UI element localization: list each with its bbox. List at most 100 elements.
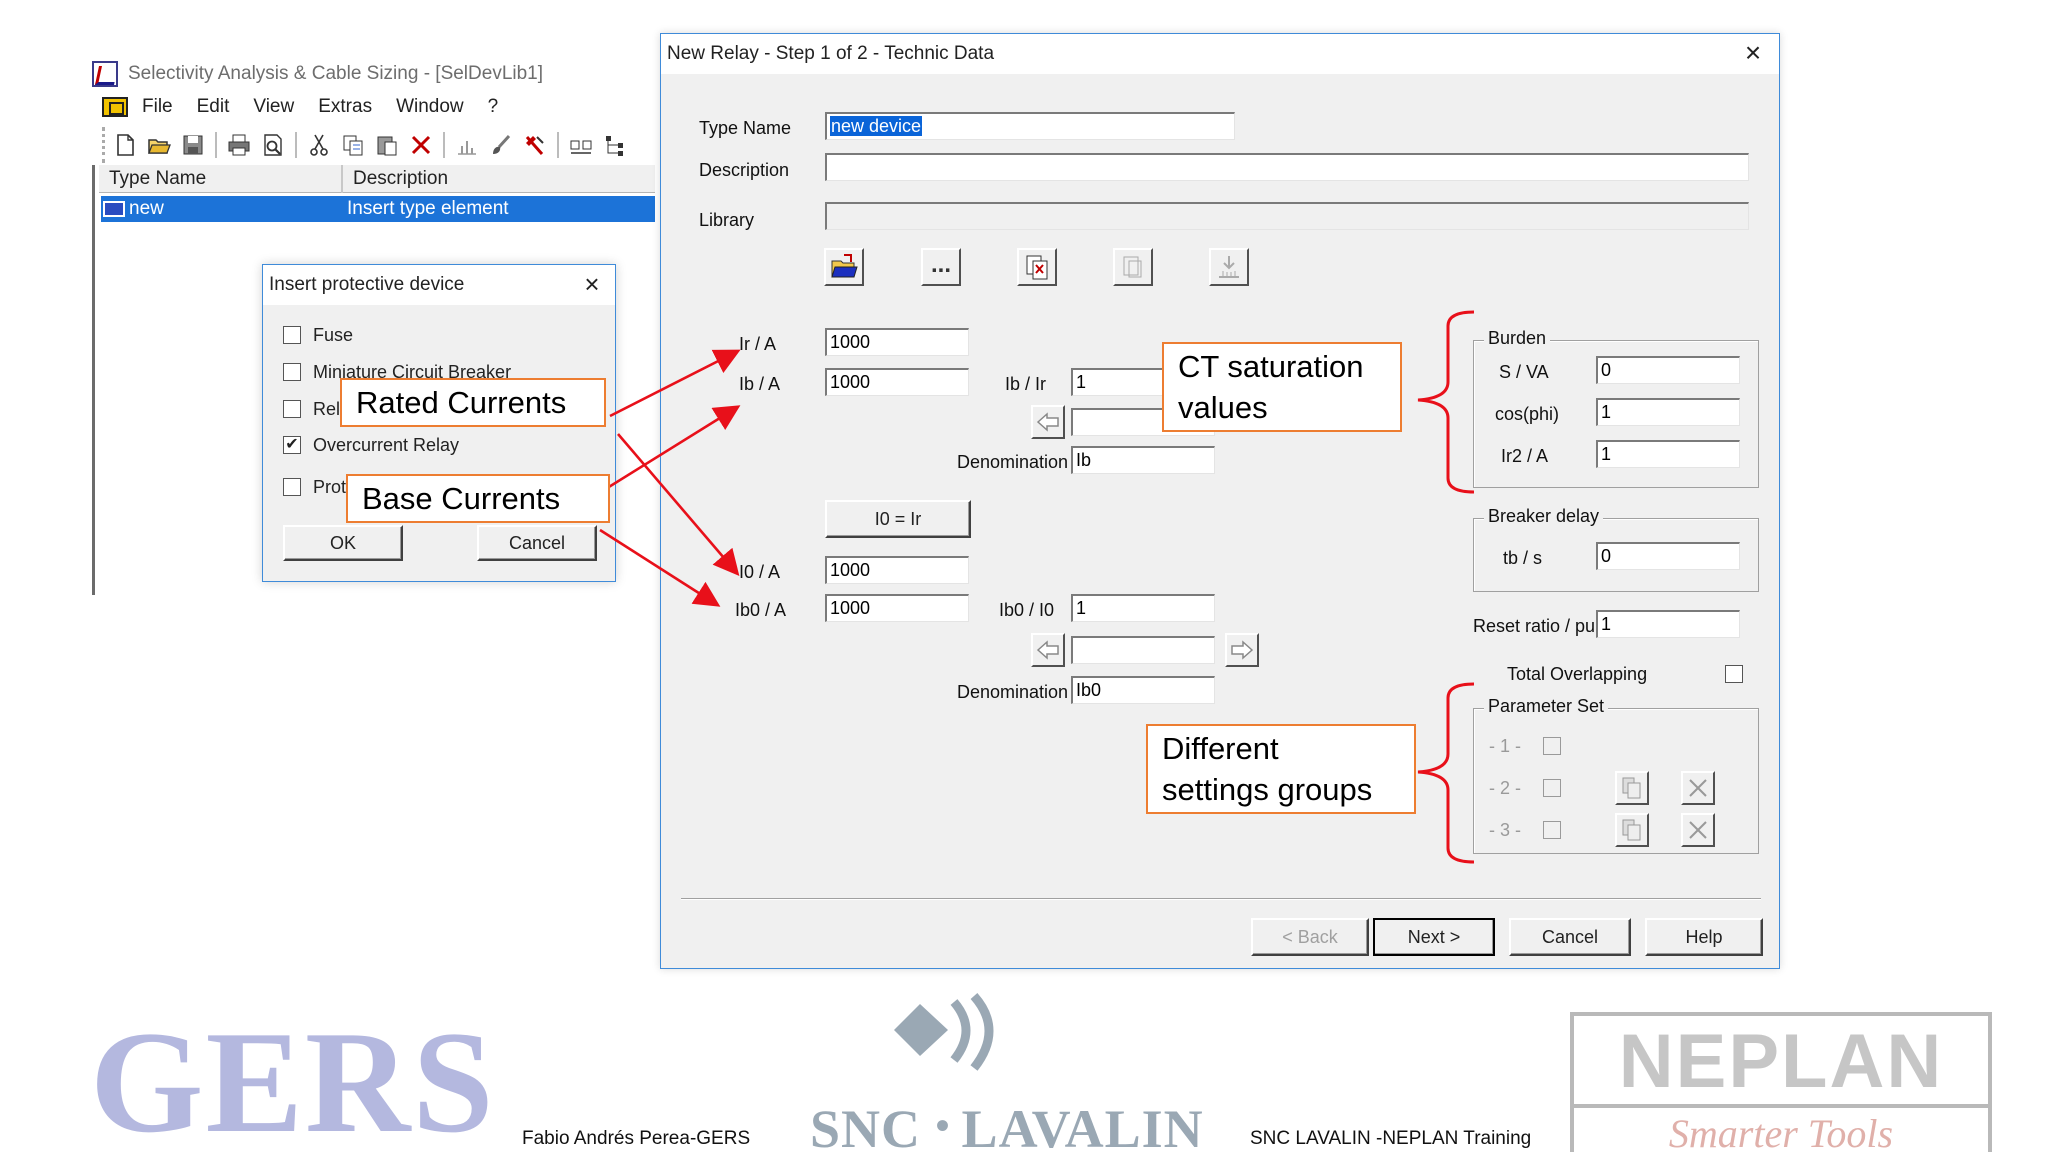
i0-equals-ir-button[interactable]: I0 = Ir bbox=[825, 500, 971, 538]
list-item[interactable]: new Insert type element bbox=[101, 196, 655, 222]
delete-icon[interactable] bbox=[409, 133, 433, 157]
type-name-selected-text: new device bbox=[830, 116, 923, 136]
arrow-left-icon[interactable] bbox=[1031, 633, 1065, 667]
tree-icon[interactable] bbox=[603, 133, 627, 157]
cancel-button[interactable]: Cancel bbox=[477, 525, 597, 561]
chart-icon[interactable] bbox=[455, 133, 479, 157]
reset-ratio-input[interactable]: 1 bbox=[1596, 610, 1740, 638]
close-icon[interactable]: × bbox=[579, 271, 605, 297]
checkbox[interactable] bbox=[283, 478, 301, 496]
arrow-right-icon[interactable] bbox=[1225, 633, 1259, 667]
app-toolbar bbox=[102, 127, 637, 163]
checkbox[interactable] bbox=[283, 400, 301, 418]
open-folder-icon[interactable] bbox=[147, 133, 171, 157]
option-label: Overcurrent Relay bbox=[313, 434, 460, 455]
ir2-input[interactable]: 1 bbox=[1596, 440, 1740, 468]
callout-line: settings groups bbox=[1162, 772, 1373, 807]
paste-icon[interactable] bbox=[375, 133, 399, 157]
ib-ir-label: Ib / Ir bbox=[1005, 374, 1047, 394]
import-icon bbox=[1113, 248, 1153, 286]
tool-icon[interactable] bbox=[523, 133, 547, 157]
close-icon[interactable]: × bbox=[1739, 39, 1767, 68]
description-input[interactable] bbox=[825, 153, 1749, 181]
denomination-label: Denomination bbox=[957, 452, 1069, 472]
compare-icon[interactable] bbox=[569, 133, 593, 157]
type-name-input[interactable]: new device bbox=[825, 112, 1235, 140]
ib0-i0-extra-input[interactable] bbox=[1071, 636, 1215, 664]
i0-input[interactable]: 1000 bbox=[825, 556, 969, 584]
ellipsis-icon[interactable]: ... bbox=[921, 248, 961, 286]
callout-base-currents: Base Currents bbox=[346, 474, 610, 523]
cosphi-input[interactable]: 1 bbox=[1596, 398, 1740, 426]
tb-input[interactable]: 0 bbox=[1596, 542, 1740, 570]
delete-set-icon bbox=[1681, 813, 1715, 847]
menu-window[interactable]: Window bbox=[396, 96, 464, 118]
open-folder-icon[interactable] bbox=[824, 248, 864, 286]
arrow-left-icon[interactable] bbox=[1031, 405, 1065, 439]
option-label: Fuse bbox=[313, 324, 354, 345]
cancel-button[interactable]: Cancel bbox=[1509, 918, 1631, 956]
s-va-input[interactable]: 0 bbox=[1596, 356, 1740, 384]
ib0-input[interactable]: 1000 bbox=[825, 594, 969, 622]
option-label: Rel bbox=[313, 398, 341, 419]
save-icon[interactable] bbox=[181, 133, 205, 157]
ib-input[interactable]: 1000 bbox=[825, 368, 969, 396]
callout-ct-saturation: CT saturation values bbox=[1162, 342, 1402, 432]
toolbar-separator bbox=[215, 132, 217, 158]
param-set-1-checkbox bbox=[1543, 737, 1561, 755]
group-title: Burden bbox=[1484, 328, 1551, 349]
new-file-icon[interactable] bbox=[113, 133, 137, 157]
footer-credit-right: SNC LAVALIN -NEPLAN Training bbox=[1250, 1128, 1532, 1149]
denomination-input[interactable]: Ib bbox=[1071, 446, 1215, 474]
ib-label: Ib / A bbox=[739, 374, 781, 394]
copy-set-icon bbox=[1615, 771, 1649, 805]
column-header-type-name[interactable]: Type Name bbox=[99, 165, 343, 193]
list-header: Type Name Description bbox=[99, 165, 655, 193]
menu-help[interactable]: ? bbox=[488, 96, 499, 118]
gers-logo: GERS bbox=[90, 1001, 496, 1152]
i0-label: I0 / A bbox=[739, 562, 781, 582]
cosphi-label: cos(phi) bbox=[1495, 404, 1560, 424]
copy-icon[interactable] bbox=[341, 133, 365, 157]
ib0-i0-input[interactable]: 1 bbox=[1071, 594, 1215, 622]
param-set-3-label: - 3 - bbox=[1489, 820, 1522, 840]
copy-library-icon[interactable] bbox=[1017, 248, 1057, 286]
toolbar-separator bbox=[443, 132, 445, 158]
ok-button[interactable]: OK bbox=[283, 525, 403, 561]
brush-icon[interactable] bbox=[489, 133, 513, 157]
copy-set-icon bbox=[1615, 813, 1649, 847]
checkbox-checked[interactable]: ✔ bbox=[283, 436, 301, 454]
document-window-icon[interactable] bbox=[102, 97, 128, 117]
denomination-label: Denomination bbox=[957, 682, 1069, 702]
checkbox[interactable] bbox=[283, 326, 301, 344]
denomination-input[interactable]: Ib0 bbox=[1071, 676, 1215, 704]
group-title: Parameter Set bbox=[1484, 696, 1609, 717]
option-protection[interactable]: Prot bbox=[283, 475, 346, 499]
group-title: Breaker delay bbox=[1484, 506, 1604, 527]
ir-input[interactable]: 1000 bbox=[825, 328, 969, 356]
toolbar-separator bbox=[295, 132, 297, 158]
print-icon[interactable] bbox=[227, 133, 251, 157]
option-fuse[interactable]: Fuse bbox=[283, 323, 353, 347]
column-header-description[interactable]: Description bbox=[343, 165, 655, 193]
print-preview-icon[interactable] bbox=[261, 133, 285, 157]
param-set-2-checkbox bbox=[1543, 779, 1561, 797]
next-button[interactable]: Next > bbox=[1373, 918, 1495, 956]
relay-type-icon bbox=[103, 201, 125, 217]
callout-line: values bbox=[1178, 390, 1268, 425]
cut-icon[interactable] bbox=[307, 133, 331, 157]
checkbox[interactable] bbox=[283, 363, 301, 381]
ib0-i0-label: Ib0 / I0 bbox=[999, 600, 1055, 620]
help-button[interactable]: Help bbox=[1645, 918, 1763, 956]
total-overlapping-checkbox[interactable] bbox=[1725, 665, 1743, 683]
menu-file[interactable]: File bbox=[142, 96, 173, 118]
menu-view[interactable]: View bbox=[253, 96, 294, 118]
option-relay[interactable]: Rel bbox=[283, 397, 340, 421]
new-relay-dialog: New Relay - Step 1 of 2 - Technic Data ×… bbox=[660, 33, 1780, 969]
row-description: Insert type element bbox=[347, 198, 509, 219]
menu-edit[interactable]: Edit bbox=[197, 96, 230, 118]
menu-extras[interactable]: Extras bbox=[318, 96, 372, 118]
option-overcurrent-relay[interactable]: ✔ Overcurrent Relay bbox=[283, 433, 459, 457]
neplan-tagline: Smarter Tools bbox=[1668, 1111, 1894, 1152]
option-label: Prot bbox=[313, 476, 347, 497]
